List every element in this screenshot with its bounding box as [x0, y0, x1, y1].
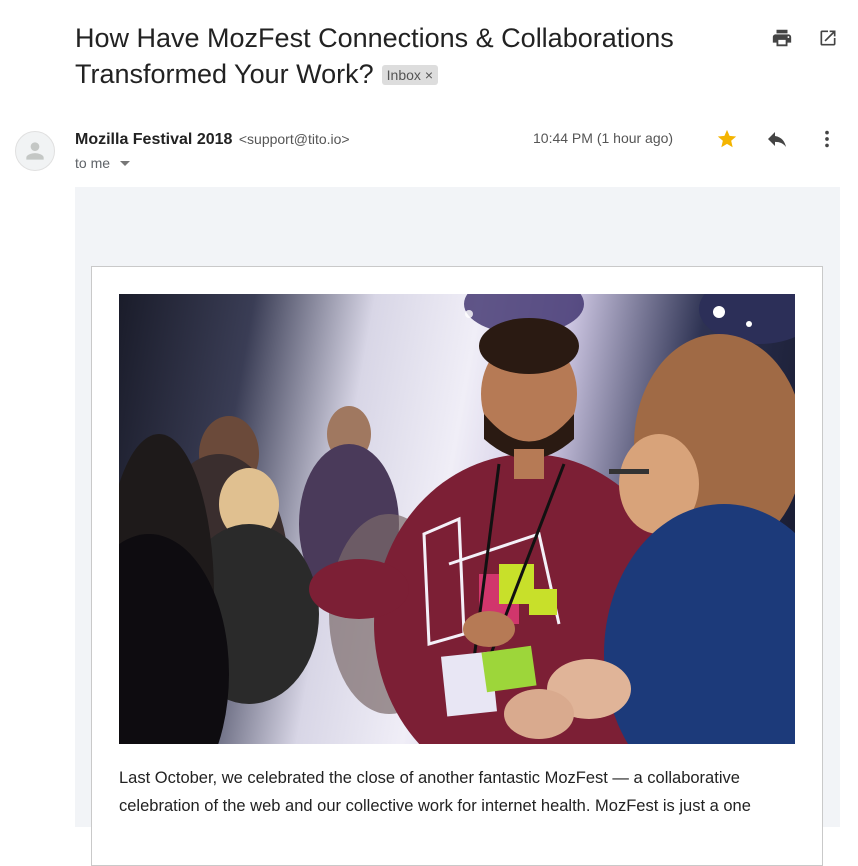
inbox-label-text: Inbox — [386, 67, 421, 83]
sender-name[interactable]: Mozilla Festival 2018 — [75, 131, 232, 148]
sender-email: <support@tito.io> — [238, 131, 350, 147]
recipients-row[interactable]: to me — [75, 155, 131, 171]
sender-info: Mozilla Festival 2018 <support@tito.io> — [75, 129, 350, 150]
recipients-text: to me — [75, 155, 111, 171]
message-timestamp: 10:44 PM (1 hour ago) — [533, 130, 674, 146]
email-subject-row: How Have MozFest Connections & Collabora… — [75, 20, 755, 92]
sender-avatar[interactable] — [15, 131, 55, 171]
hero-photo — [119, 294, 795, 744]
print-button[interactable] — [770, 26, 794, 50]
reply-icon — [768, 132, 786, 147]
star-button[interactable] — [715, 127, 739, 151]
chevron-down-icon[interactable] — [120, 160, 131, 166]
body-line: celebration of the web and our collectiv… — [119, 797, 751, 815]
email-content-card: Last October, we celebrated the close of… — [91, 266, 823, 866]
reply-button[interactable] — [765, 127, 789, 151]
subject-text: How Have MozFest Connections & Collabora… — [75, 23, 674, 89]
print-icon — [772, 29, 792, 47]
body-line: Last October, we celebrated the close of… — [119, 769, 740, 787]
open-in-new-icon — [820, 30, 836, 46]
star-icon — [717, 129, 737, 148]
person-icon — [26, 142, 44, 160]
more-options-button[interactable] — [815, 127, 839, 151]
email-subject: How Have MozFest Connections & Collabora… — [75, 20, 755, 92]
email-body-text: Last October, we celebrated the close of… — [119, 764, 799, 820]
remove-label-button[interactable]: × — [425, 67, 433, 83]
more-vert-icon — [825, 130, 829, 148]
inbox-label-chip[interactable]: Inbox × — [381, 65, 439, 85]
hero-photo-illustration — [119, 294, 795, 744]
message-actions — [715, 127, 839, 151]
open-in-new-window-button[interactable] — [816, 26, 840, 50]
subject-toolbar — [770, 26, 840, 50]
email-body-background: Last October, we celebrated the close of… — [75, 187, 840, 866]
